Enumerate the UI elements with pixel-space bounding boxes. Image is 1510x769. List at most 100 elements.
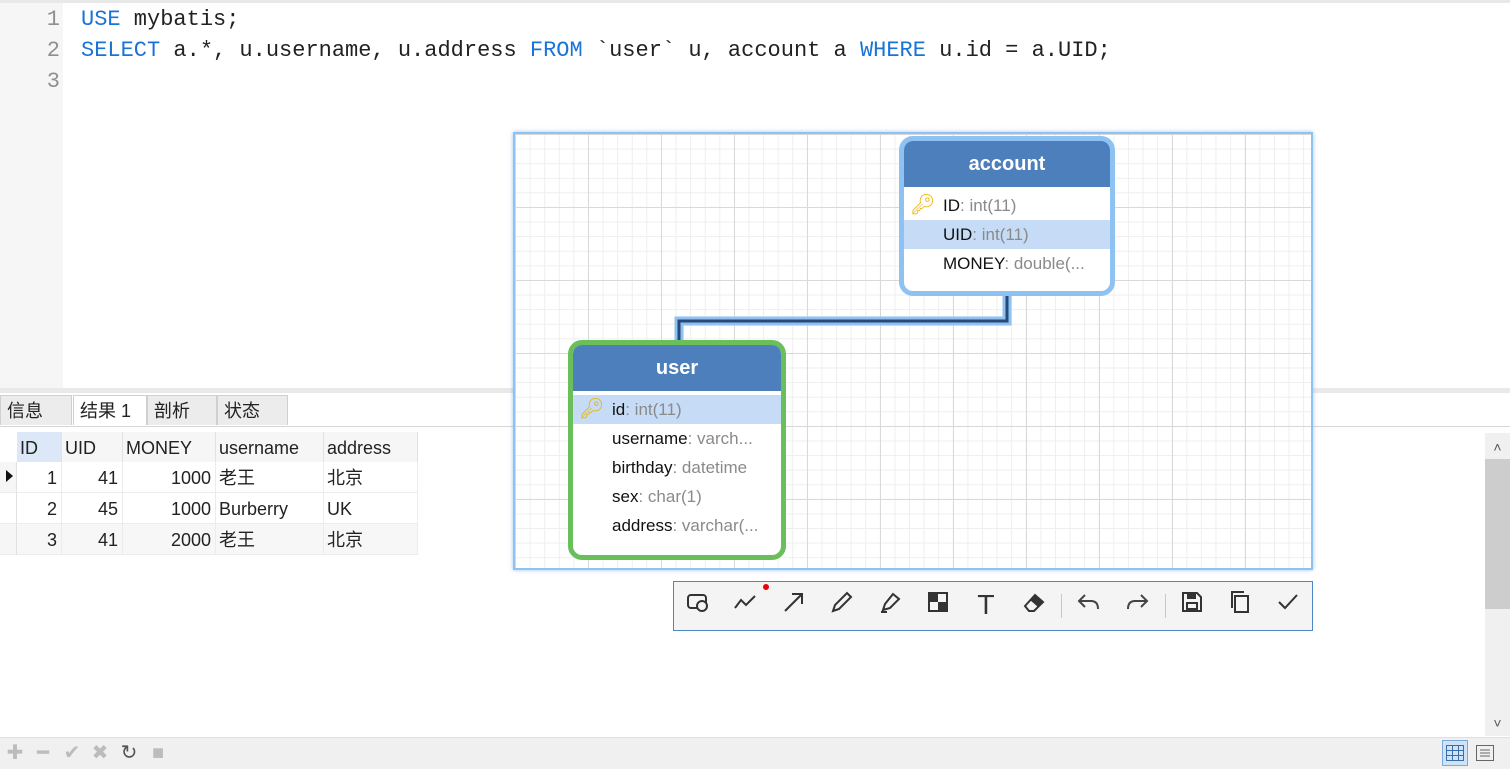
row-indicator[interactable] — [0, 524, 17, 555]
current-row-indicator[interactable] — [0, 462, 17, 493]
copy-icon[interactable] — [1224, 590, 1256, 622]
entity-field[interactable]: address: varchar(... — [573, 511, 781, 540]
line-number: 3 — [46, 69, 60, 94]
text-icon[interactable]: T — [970, 590, 1002, 622]
cell-money[interactable]: 1000 — [123, 462, 216, 493]
keyword: SELECT — [81, 38, 161, 63]
entity-user[interactable]: user 🔑︎ id: int(11) username: varch... bi… — [568, 340, 786, 560]
active-dot — [763, 584, 769, 590]
scroll-down-icon[interactable]: ˅ — [1485, 711, 1510, 735]
keyword: USE — [81, 7, 121, 32]
entity-title: account — [904, 141, 1110, 187]
column-header-username[interactable]: username — [216, 432, 324, 462]
entity-field[interactable]: 🔑︎ ID: int(11) — [904, 191, 1110, 220]
table-row[interactable]: 3 41 2000 老王 北京 — [0, 524, 418, 555]
confirm-icon[interactable] — [1272, 590, 1304, 622]
stop-icon[interactable]: ■ — [146, 741, 170, 765]
tab-profile[interactable]: 剖析 — [147, 395, 217, 425]
field-type: : int(11) — [625, 400, 682, 419]
cell-address[interactable]: 北京 — [324, 462, 418, 493]
table-row[interactable]: 2 45 1000 Burberry UK — [0, 493, 418, 524]
arrow-icon[interactable] — [778, 590, 810, 622]
discard-icon[interactable]: ✖ — [88, 741, 112, 765]
field-name: birthday — [612, 458, 673, 477]
refresh-icon[interactable]: ↻ — [117, 741, 141, 765]
field-name: username — [612, 429, 688, 448]
cell-address[interactable]: 北京 — [324, 524, 418, 555]
cell-id[interactable]: 1 — [17, 462, 62, 493]
line-number-gutter: 1 2 3 — [0, 3, 63, 388]
mosaic-icon[interactable] — [922, 590, 954, 622]
primary-key-icon: 🔑︎ — [579, 398, 605, 420]
primary-key-icon: 🔑︎ — [910, 194, 936, 216]
add-icon[interactable]: ✚ — [3, 741, 27, 765]
polyline-icon[interactable] — [730, 590, 762, 622]
grid-view-icon[interactable] — [1442, 740, 1468, 766]
field-type: : datetime — [672, 458, 748, 477]
entity-account[interactable]: account 🔑︎ ID: int(11) UID: int(11) MONEY… — [899, 136, 1115, 296]
entity-field[interactable]: MONEY: double(... — [904, 249, 1110, 278]
cell-uid[interactable]: 41 — [62, 524, 123, 555]
code-text: mybatis; — [120, 7, 240, 32]
entity-field[interactable]: username: varch... — [573, 424, 781, 453]
pen-icon[interactable] — [826, 590, 858, 622]
entity-field[interactable]: UID: int(11) — [904, 220, 1110, 249]
remove-icon[interactable]: ━ — [31, 741, 55, 765]
toolbar-separator — [1061, 594, 1062, 618]
tab-status[interactable]: 状态 — [217, 395, 288, 425]
cell-username[interactable]: 老王 — [216, 524, 324, 555]
cell-address[interactable]: UK — [324, 493, 418, 524]
entity-title: user — [573, 345, 781, 391]
cell-username[interactable]: 老王 — [216, 462, 324, 493]
annotation-toolbar: T — [673, 581, 1313, 631]
column-header-address[interactable]: address — [324, 432, 418, 462]
field-name: MONEY — [943, 254, 1005, 273]
toolbar-separator — [1165, 594, 1166, 618]
field-type: : varch... — [687, 429, 753, 448]
cell-uid[interactable]: 45 — [62, 493, 123, 524]
cell-money[interactable]: 2000 — [123, 524, 216, 555]
field-type: : int(11) — [972, 225, 1029, 244]
eraser-icon[interactable] — [1018, 590, 1050, 622]
scrollbar-thumb[interactable] — [1485, 459, 1510, 609]
field-name: address — [612, 516, 673, 535]
entity-field[interactable]: birthday: datetime — [573, 453, 781, 482]
rect-shape-icon[interactable] — [682, 590, 714, 622]
entity-field[interactable]: 🔑︎ id: int(11) — [573, 395, 781, 424]
er-diagram-canvas[interactable]: account 🔑︎ ID: int(11) UID: int(11) MONEY… — [513, 132, 1313, 570]
field-type: : int(11) — [960, 196, 1017, 215]
undo-icon[interactable] — [1073, 590, 1105, 622]
line-number: 1 — [46, 7, 60, 32]
entity-field[interactable]: sex: char(1) — [573, 482, 781, 511]
grid-toolbar: ✚ ━ ✔ ✖ ↻ ■ — [0, 737, 1510, 769]
code-text: u.id = a.UID; — [925, 38, 1111, 63]
cell-money[interactable]: 1000 — [123, 493, 216, 524]
line-number: 2 — [46, 38, 60, 63]
cell-id[interactable]: 2 — [17, 493, 62, 524]
tab-info[interactable]: 信息 — [0, 395, 72, 425]
form-view-icon[interactable] — [1473, 741, 1497, 765]
column-header-uid[interactable]: UID — [62, 432, 123, 462]
field-type: : varchar(... — [672, 516, 759, 535]
cell-uid[interactable]: 41 — [62, 462, 123, 493]
row-indicator[interactable] — [0, 493, 17, 524]
vertical-scrollbar[interactable]: ˄ ˅ — [1485, 433, 1510, 736]
redo-icon[interactable] — [1121, 590, 1153, 622]
highlighter-icon[interactable] — [874, 590, 906, 622]
cell-username[interactable]: Burberry — [216, 493, 324, 524]
code-line-2[interactable]: SELECT a.*, u.username, u.address FROM `… — [81, 38, 1111, 63]
keyword: FROM — [529, 38, 583, 63]
column-header-id[interactable]: ID — [17, 432, 62, 462]
field-type: : char(1) — [638, 487, 702, 506]
field-name: UID — [943, 225, 973, 244]
scroll-up-icon[interactable]: ˄ — [1485, 435, 1510, 459]
save-icon[interactable] — [1176, 590, 1208, 622]
tab-result-1[interactable]: 结果 1 — [73, 395, 147, 425]
cell-id[interactable]: 3 — [17, 524, 62, 555]
code-text: a.*, u.username, u.address — [160, 38, 530, 63]
table-row[interactable]: 1 41 1000 老王 北京 — [0, 462, 418, 493]
field-type: : double(... — [1004, 254, 1085, 273]
column-header-money[interactable]: MONEY — [123, 432, 216, 462]
code-line-1[interactable]: USE mybatis; — [81, 7, 239, 32]
apply-icon[interactable]: ✔ — [60, 741, 84, 765]
